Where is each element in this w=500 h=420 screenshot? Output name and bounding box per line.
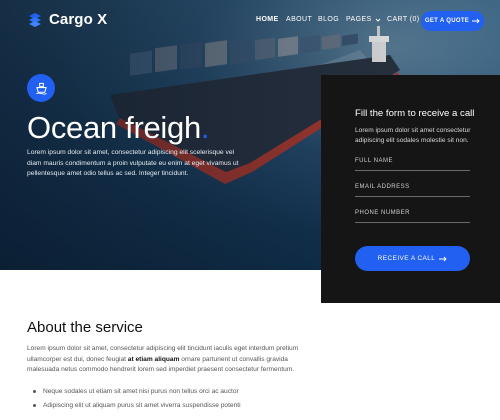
- full-name-placeholder: FULL NAME: [355, 158, 393, 164]
- email-address-field[interactable]: EMAIL ADDRESS: [355, 181, 470, 197]
- phone-number-placeholder: PHONE NUMBER: [355, 210, 411, 216]
- receive-a-call-button[interactable]: RECEIVE A CALL: [355, 246, 470, 271]
- form-title: Fill the form to receive a call: [355, 108, 475, 119]
- nav-pages[interactable]: PAGES: [346, 16, 381, 23]
- list-item: Neque sodales ut etiam sit amet nisi pur…: [33, 385, 241, 399]
- nav-about[interactable]: ABOUT: [286, 16, 312, 23]
- arrow-right-icon: [439, 256, 447, 261]
- hero-description: Lorem ipsum dolor sit amet, consectetur …: [27, 149, 239, 178]
- form-subtitle: Lorem ipsum dolor sit amet consectetur a…: [355, 127, 471, 144]
- ship-icon: [35, 82, 47, 95]
- brand-logo[interactable]: Cargo X: [27, 11, 107, 28]
- hero-title-text: Ocean freigh: [27, 110, 201, 145]
- about-description: Lorem ipsum dolor sit amet, consectetur …: [27, 344, 317, 376]
- full-name-field[interactable]: FULL NAME: [355, 155, 470, 171]
- ship-badge: [27, 74, 55, 102]
- nav-blog[interactable]: BLOG: [318, 16, 339, 23]
- about-bullet-list: Neque sodales ut etiam sit amet nisi pur…: [33, 385, 241, 413]
- arrow-right-icon: [472, 18, 480, 24]
- hero-title-dot: .: [200, 110, 210, 145]
- hero-title: Ocean freigh.: [27, 110, 210, 146]
- cargo-logo-icon: [29, 12, 41, 27]
- about-title: About the service: [27, 319, 143, 336]
- receive-a-call-label: RECEIVE A CALL: [377, 255, 436, 262]
- nav-home[interactable]: HOME: [256, 16, 279, 23]
- phone-number-field[interactable]: PHONE NUMBER: [355, 207, 470, 223]
- call-request-form: Fill the form to receive a call Lorem ip…: [321, 75, 500, 303]
- about-text-bold: at etiam aliquam: [127, 355, 180, 363]
- nav-cart[interactable]: CART (0): [387, 16, 420, 23]
- top-navigation: Cargo X HOME ABOUT BLOG PAGES CART (0) G…: [0, 0, 500, 42]
- get-a-quote-button[interactable]: GET A QUOTE: [421, 11, 484, 31]
- get-a-quote-label: GET A QUOTE: [424, 18, 470, 24]
- email-address-placeholder: EMAIL ADDRESS: [355, 184, 410, 190]
- chevron-down-icon: [375, 18, 380, 22]
- brand-name: Cargo X: [49, 11, 108, 28]
- page: Cargo X HOME ABOUT BLOG PAGES CART (0) G…: [0, 0, 500, 420]
- nav-pages-label: PAGES: [346, 16, 372, 23]
- list-item: Adipiscing elit ut aliquam purus sit ame…: [33, 399, 241, 413]
